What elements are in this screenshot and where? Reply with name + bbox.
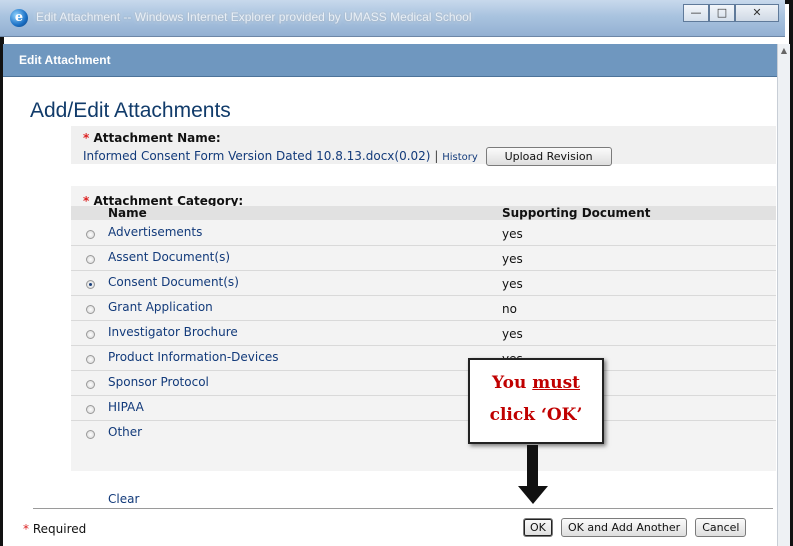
category-row[interactable]: Sponsor Protocol <box>71 371 776 396</box>
attachment-category-panel: * Attachment Category: Name Supporting D… <box>71 186 776 506</box>
callout-line-2: click ‘OK’ <box>489 405 583 425</box>
separator: | <box>434 149 439 163</box>
supporting-document-value: yes <box>502 227 523 241</box>
footer-buttons: OK OK and Add Another Cancel <box>523 517 749 537</box>
column-header-name: Name <box>108 206 147 220</box>
upload-revision-button[interactable]: Upload Revision <box>485 147 612 166</box>
category-radio-grant-application[interactable] <box>86 305 95 314</box>
category-row[interactable]: Assent Document(s) yes <box>71 246 776 271</box>
attachment-file-name[interactable]: Informed Consent Form Version Dated 10.8… <box>83 149 430 163</box>
category-row[interactable]: Other <box>71 421 776 445</box>
category-radio-sponsor-protocol[interactable] <box>86 380 95 389</box>
category-name[interactable]: Grant Application <box>108 300 213 314</box>
supporting-document-value: yes <box>502 327 523 341</box>
ok-and-add-another-button[interactable]: OK and Add Another <box>560 518 688 537</box>
callout-line-1: You must <box>470 373 602 393</box>
category-row[interactable]: Grant Application no <box>71 296 776 321</box>
internet-explorer-icon: e <box>10 9 28 27</box>
attachment-name-label: * Attachment Name: <box>83 131 221 145</box>
category-row[interactable]: Advertisements yes <box>71 221 776 246</box>
supporting-document-value: yes <box>502 252 523 266</box>
category-name[interactable]: HIPAA <box>108 400 144 414</box>
attachment-name-label-text: Attachment Name: <box>93 131 221 145</box>
category-name[interactable]: Sponsor Protocol <box>108 375 209 389</box>
category-radio-hipaa[interactable] <box>86 405 95 414</box>
required-asterisk: * <box>83 131 90 145</box>
category-radio-product-information-devices[interactable] <box>86 355 95 364</box>
page-title: Add/Edit Attachments <box>30 99 231 122</box>
window-titlebar[interactable]: e Edit Attachment -- Windows Internet Ex… <box>0 0 785 37</box>
category-radio-consent-documents[interactable] <box>86 280 95 289</box>
supporting-document-value: no <box>502 302 517 316</box>
category-name[interactable]: Consent Document(s) <box>108 275 239 289</box>
clear-link[interactable]: Clear <box>108 492 139 506</box>
required-asterisk: * <box>23 522 29 536</box>
category-name[interactable]: Assent Document(s) <box>108 250 230 264</box>
instruction-callout: You must click ‘OK’ <box>468 358 604 444</box>
category-name[interactable]: Product Information-Devices <box>108 350 278 364</box>
category-name[interactable]: Other <box>108 425 142 439</box>
required-note: * Required <box>23 522 86 536</box>
window-title: Edit Attachment -- Windows Internet Expl… <box>36 10 472 24</box>
category-row[interactable]: Consent Document(s) yes <box>71 271 776 296</box>
dialog-header: Edit Attachment <box>3 44 777 77</box>
category-radio-assent-documents[interactable] <box>86 255 95 264</box>
required-text: Required <box>32 522 87 536</box>
down-arrow-icon <box>527 445 538 489</box>
footer-divider <box>33 508 773 509</box>
history-link[interactable]: History <box>442 152 478 163</box>
column-header-supporting-document: Supporting Document <box>502 206 651 220</box>
close-button[interactable]: ✕ <box>735 4 779 22</box>
supporting-document-value: yes <box>502 277 523 291</box>
vertical-scrollbar[interactable]: ▲ <box>777 44 790 546</box>
category-name[interactable]: Investigator Brochure <box>108 325 238 339</box>
down-arrow-head-icon <box>518 486 548 504</box>
attachment-name-panel: * Attachment Name: Informed Consent Form… <box>71 126 776 166</box>
category-radio-investigator-brochure[interactable] <box>86 330 95 339</box>
dialog-content: Edit Attachment Add/Edit Attachments * A… <box>3 44 777 546</box>
category-row[interactable]: Product Information-Devices yes <box>71 346 776 371</box>
category-row[interactable]: Investigator Brochure yes <box>71 321 776 346</box>
ok-button[interactable]: OK <box>523 518 553 537</box>
cancel-button[interactable]: Cancel <box>695 518 747 537</box>
attachment-file-line: Informed Consent Form Version Dated 10.8… <box>83 147 612 166</box>
callout-prefix: You <box>491 373 533 393</box>
callout-emphasis: must <box>532 373 581 393</box>
category-table-header: Name Supporting Document <box>71 206 776 220</box>
category-radio-advertisements[interactable] <box>86 230 95 239</box>
category-radio-other[interactable] <box>86 430 95 439</box>
dialog-header-title: Edit Attachment <box>19 53 111 67</box>
minimize-button[interactable]: — <box>683 4 709 22</box>
category-name[interactable]: Advertisements <box>108 225 202 239</box>
category-table-body: Advertisements yes Assent Document(s) ye… <box>71 221 776 445</box>
scroll-up-arrow-icon[interactable]: ▲ <box>778 46 790 56</box>
category-row[interactable]: HIPAA <box>71 396 776 421</box>
maximize-button[interactable]: □ <box>709 4 735 22</box>
